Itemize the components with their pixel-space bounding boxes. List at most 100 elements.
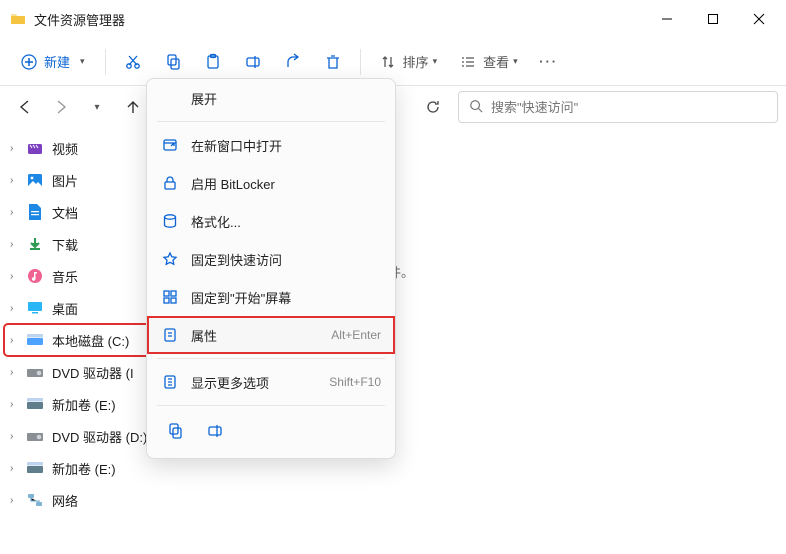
plus-icon	[20, 53, 38, 71]
recent-button[interactable]: ▾	[80, 90, 114, 124]
rename-button[interactable]	[234, 44, 272, 80]
sidebar-item-icon	[26, 299, 44, 317]
titlebar: 文件资源管理器	[0, 0, 786, 38]
sidebar-item-10[interactable]: › 新加卷 (E:)	[4, 452, 156, 484]
context-menu-separator	[157, 405, 385, 406]
chevron-right-icon: ›	[10, 143, 24, 154]
close-button[interactable]	[736, 4, 782, 34]
sidebar-item-label: 桌面	[52, 299, 78, 318]
cut-icon	[124, 53, 142, 71]
new-button-label: 新建	[44, 52, 70, 71]
folder-icon	[10, 11, 26, 27]
chevron-down-icon: ▾	[80, 56, 85, 67]
refresh-button[interactable]	[416, 90, 450, 124]
maximize-button[interactable]	[690, 4, 736, 34]
up-button[interactable]	[116, 90, 150, 124]
context-menu: 展开 在新窗口中打开 启用 BitLocker 格式化... 固定到快速访问 固…	[146, 78, 396, 459]
search-box[interactable]	[458, 91, 778, 123]
cut-button[interactable]	[114, 44, 152, 80]
context-menu-item[interactable]: 格式化...	[147, 202, 395, 240]
context-menu-item-icon	[161, 326, 179, 344]
chevron-right-icon: ›	[10, 175, 24, 186]
minimize-button[interactable]	[644, 4, 690, 34]
chevron-right-icon: ›	[10, 463, 24, 474]
view-button-label: 查看	[483, 52, 509, 71]
sidebar-item-label: 视频	[52, 139, 78, 158]
sidebar-item-11[interactable]: › 网络	[4, 484, 156, 516]
sidebar-item-label: 本地磁盘 (C:)	[52, 331, 129, 350]
view-button[interactable]: 查看 ▾	[449, 44, 528, 80]
context-menu-separator	[157, 121, 385, 122]
new-button[interactable]: 新建 ▾	[8, 44, 97, 80]
sidebar: › 视频› 图片› 文档› 下载› 音乐› 桌面› 本地磁盘 (C:)› DVD…	[0, 128, 160, 554]
copy-button[interactable]	[154, 44, 192, 80]
context-menu-item[interactable]: 属性 Alt+Enter	[147, 316, 395, 354]
context-menu-item-shortcut: Shift+F10	[329, 375, 381, 389]
sidebar-item-9[interactable]: › DVD 驱动器 (D:)	[4, 420, 156, 452]
chevron-right-icon: ›	[10, 335, 24, 346]
sidebar-item-icon	[26, 331, 44, 349]
rename-button[interactable]	[201, 417, 229, 445]
context-menu-separator	[157, 358, 385, 359]
context-menu-item-label: 属性	[191, 326, 319, 345]
context-menu-item[interactable]: 固定到"开始"屏幕	[147, 278, 395, 316]
context-menu-item-shortcut: Alt+Enter	[331, 328, 381, 342]
search-icon	[469, 99, 483, 116]
more-button[interactable]: ···	[530, 44, 568, 80]
sidebar-item-4[interactable]: › 音乐	[4, 260, 156, 292]
window-title: 文件资源管理器	[34, 10, 644, 29]
forward-button[interactable]	[44, 90, 78, 124]
sidebar-item-2[interactable]: › 文档	[4, 196, 156, 228]
context-menu-item[interactable]: 在新窗口中打开	[147, 126, 395, 164]
paste-icon	[204, 53, 222, 71]
context-menu-item-icon	[161, 89, 179, 107]
sidebar-item-label: 文档	[52, 203, 78, 222]
chevron-right-icon: ›	[10, 495, 24, 506]
context-menu-item-icon	[161, 373, 179, 391]
sidebar-item-icon	[26, 427, 44, 445]
chevron-right-icon: ›	[10, 399, 24, 410]
share-button[interactable]	[274, 44, 312, 80]
context-menu-item-icon	[161, 250, 179, 268]
search-input[interactable]	[491, 100, 767, 115]
context-menu-item-icon	[161, 212, 179, 230]
sidebar-item-8[interactable]: › 新加卷 (E:)	[4, 388, 156, 420]
chevron-down-icon: ▾	[433, 56, 438, 67]
sidebar-item-icon	[26, 267, 44, 285]
sidebar-item-icon	[26, 363, 44, 381]
toolbar-separator	[105, 49, 106, 75]
context-menu-item-icon	[161, 288, 179, 306]
delete-button[interactable]	[314, 44, 352, 80]
copy-button[interactable]	[161, 417, 189, 445]
copy-icon	[164, 53, 182, 71]
sidebar-item-1[interactable]: › 图片	[4, 164, 156, 196]
context-menu-item-label: 启用 BitLocker	[191, 174, 381, 193]
chevron-right-icon: ›	[10, 367, 24, 378]
sidebar-item-label: 音乐	[52, 267, 78, 286]
context-menu-item-icon	[161, 136, 179, 154]
paste-button[interactable]	[194, 44, 232, 80]
sidebar-item-5[interactable]: › 桌面	[4, 292, 156, 324]
sidebar-item-label: DVD 驱动器 (D:)	[52, 427, 147, 446]
sidebar-item-7[interactable]: › DVD 驱动器 (I	[4, 356, 156, 388]
sidebar-item-0[interactable]: › 视频	[4, 132, 156, 164]
sidebar-item-3[interactable]: › 下载	[4, 228, 156, 260]
sidebar-item-label: DVD 驱动器 (I	[52, 363, 134, 382]
toolbar-separator	[360, 49, 361, 75]
chevron-right-icon: ›	[10, 271, 24, 282]
sidebar-item-6[interactable]: › 本地磁盘 (C:)	[4, 324, 156, 356]
context-menu-item[interactable]: 固定到快速访问	[147, 240, 395, 278]
back-button[interactable]	[8, 90, 42, 124]
context-menu-item[interactable]: 展开	[147, 79, 395, 117]
context-menu-iconrow	[147, 410, 395, 452]
delete-icon	[324, 53, 342, 71]
context-menu-item[interactable]: 启用 BitLocker	[147, 164, 395, 202]
sort-button[interactable]: 排序 ▾	[369, 44, 448, 80]
sidebar-item-label: 新加卷 (E:)	[52, 459, 116, 478]
sidebar-item-icon	[26, 235, 44, 253]
chevron-right-icon: ›	[10, 303, 24, 314]
more-icon: ···	[540, 53, 558, 71]
context-menu-item-label: 格式化...	[191, 212, 381, 231]
sidebar-item-label: 新加卷 (E:)	[52, 395, 116, 414]
context-menu-item[interactable]: 显示更多选项 Shift+F10	[147, 363, 395, 401]
